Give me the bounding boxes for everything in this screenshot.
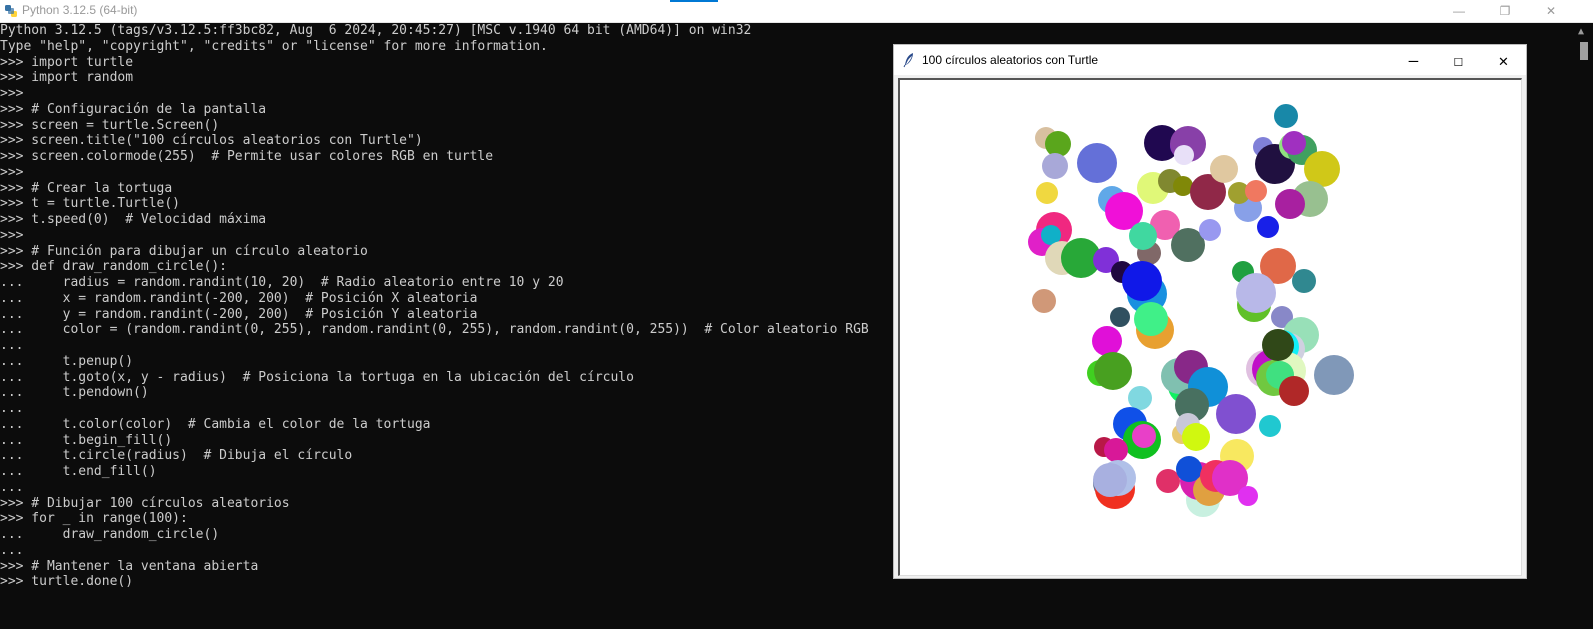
turtle-close-button[interactable]: ✕: [1481, 45, 1526, 75]
random-circle: [1077, 143, 1117, 183]
random-circle: [1036, 182, 1058, 204]
random-circle: [1110, 307, 1130, 327]
random-circle: [1199, 219, 1221, 241]
random-circle: [1032, 289, 1056, 313]
random-circle: [1314, 355, 1354, 395]
turtle-window: 100 círculos aleatorios con Turtle — ☐ ✕: [893, 44, 1527, 579]
random-circle: [1182, 423, 1210, 451]
random-circle: [1092, 326, 1122, 356]
random-circle: [1262, 329, 1294, 361]
random-circle: [1275, 189, 1305, 219]
random-circle: [1282, 131, 1306, 155]
minimize-icon: —: [1453, 4, 1465, 18]
close-icon: ✕: [1498, 50, 1509, 70]
circles-drawing: [1028, 104, 1354, 517]
random-circle: [1176, 456, 1202, 482]
random-circle: [1045, 131, 1071, 157]
random-circle: [1122, 261, 1162, 301]
random-circle: [1236, 273, 1276, 313]
random-circle: [1259, 415, 1281, 437]
python-icon: [5, 5, 17, 17]
turtle-window-title: 100 círculos aleatorios con Turtle: [922, 53, 1099, 67]
taskbar-accent-line: [670, 0, 718, 2]
random-circle: [1257, 216, 1279, 238]
feather-icon: [903, 53, 913, 68]
maximize-icon: ☐: [1453, 50, 1464, 70]
restore-button[interactable]: ❐: [1482, 0, 1528, 22]
random-circle: [1129, 222, 1157, 250]
random-circle: [1238, 486, 1258, 506]
random-circle: [1216, 394, 1256, 434]
random-circle: [1156, 469, 1180, 493]
random-circle: [1134, 302, 1168, 336]
console-line: Python 3.12.5 (tags/v3.12.5:ff3bc82, Aug…: [0, 23, 752, 38]
turtle-maximize-button[interactable]: ☐: [1436, 45, 1481, 75]
random-circle: [1274, 104, 1298, 128]
random-circle: [1128, 386, 1152, 410]
scroll-thumb[interactable]: [1580, 42, 1588, 60]
close-button[interactable]: ✕: [1528, 0, 1574, 22]
random-circle: [1245, 180, 1267, 202]
random-circle: [1292, 269, 1316, 293]
scroll-up-icon[interactable]: ▲: [1578, 26, 1590, 38]
random-circle: [1279, 376, 1309, 406]
minimize-button[interactable]: —: [1436, 0, 1482, 22]
turtle-canvas[interactable]: [898, 78, 1522, 576]
turtle-titlebar[interactable]: 100 círculos aleatorios con Turtle — ☐ ✕: [894, 45, 1526, 75]
console-title: Python 3.12.5 (64-bit): [22, 3, 138, 17]
turtle-minimize-button[interactable]: —: [1391, 45, 1436, 75]
random-circle: [1210, 155, 1238, 183]
random-circle: [1093, 463, 1127, 497]
random-circle: [1173, 176, 1193, 196]
restore-icon: ❐: [1499, 4, 1511, 18]
close-icon: ✕: [1545, 4, 1557, 18]
random-circle: [1174, 145, 1194, 165]
random-circle: [1042, 153, 1068, 179]
random-circle: [1132, 424, 1156, 448]
random-circle: [1104, 438, 1128, 462]
random-circle: [1094, 352, 1132, 390]
console-scrollbar[interactable]: [1575, 23, 1593, 629]
console-titlebar: Python 3.12.5 (64-bit) — ❐ ✕: [0, 0, 1593, 23]
minimize-icon: —: [1408, 50, 1419, 70]
